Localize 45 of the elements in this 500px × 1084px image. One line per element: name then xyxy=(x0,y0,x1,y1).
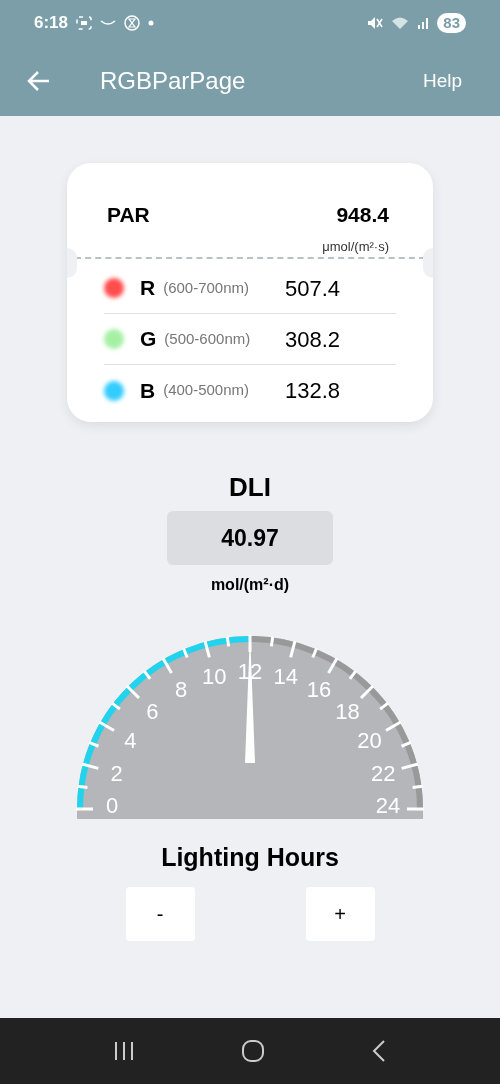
battery-level: 83 xyxy=(437,13,466,33)
back-icon[interactable] xyxy=(371,1039,387,1063)
gauge-label: 22 xyxy=(371,761,396,787)
step-button[interactable]: - xyxy=(125,886,195,941)
dli-value-box: 40.97 xyxy=(167,511,333,565)
smile-icon xyxy=(100,19,117,27)
channel-value: 132.8 xyxy=(284,377,340,405)
gauge-label: 14 xyxy=(273,663,298,689)
par-value: 948.4 xyxy=(336,202,390,228)
channel-range: (400-500nm) xyxy=(163,380,250,401)
gauge-label: 4 xyxy=(124,728,137,753)
par-label: PAR xyxy=(107,202,150,228)
channel-range: (500-600nm) xyxy=(164,328,251,349)
channel-letter: R xyxy=(140,275,156,302)
par-unit: μmol/(m²·s) xyxy=(322,237,389,256)
lighting-hours-label: Lighting Hours xyxy=(161,842,339,873)
gauge-label: 2 xyxy=(110,761,123,787)
wifi-icon xyxy=(391,16,410,30)
mute-icon xyxy=(367,16,384,30)
screenshot-icon xyxy=(76,16,93,30)
gauge-label: 20 xyxy=(357,728,382,753)
channel-letter: G xyxy=(140,326,157,353)
home-icon[interactable] xyxy=(241,1039,265,1063)
gauge-label: 18 xyxy=(335,699,360,725)
step-button[interactable]: + xyxy=(305,886,375,941)
gauge-label: 0 xyxy=(105,793,119,818)
card-notch xyxy=(67,248,77,278)
channel-letter: B xyxy=(140,377,156,404)
dli-unit: mol/(m²·d) xyxy=(210,575,290,595)
card-notch xyxy=(423,248,433,278)
channel-value: 308.2 xyxy=(284,325,340,354)
gauge-label: 24 xyxy=(375,793,401,818)
gauge-label: 6 xyxy=(146,699,159,725)
dot-icon xyxy=(148,20,155,26)
channel-value: 507.4 xyxy=(284,274,340,303)
recent-apps-icon[interactable] xyxy=(113,1040,135,1062)
signal-icon xyxy=(417,17,430,29)
gauge-label: 10 xyxy=(202,663,227,689)
status-time: 6:18 xyxy=(34,12,69,35)
hourglass-icon xyxy=(124,15,141,31)
gauge-label: 16 xyxy=(306,677,332,703)
page-title: RGBParPage xyxy=(100,66,246,96)
dli-label: DLI xyxy=(229,471,271,504)
channel-range: (600-700nm) xyxy=(163,277,250,298)
gauge-label: 8 xyxy=(174,677,188,703)
